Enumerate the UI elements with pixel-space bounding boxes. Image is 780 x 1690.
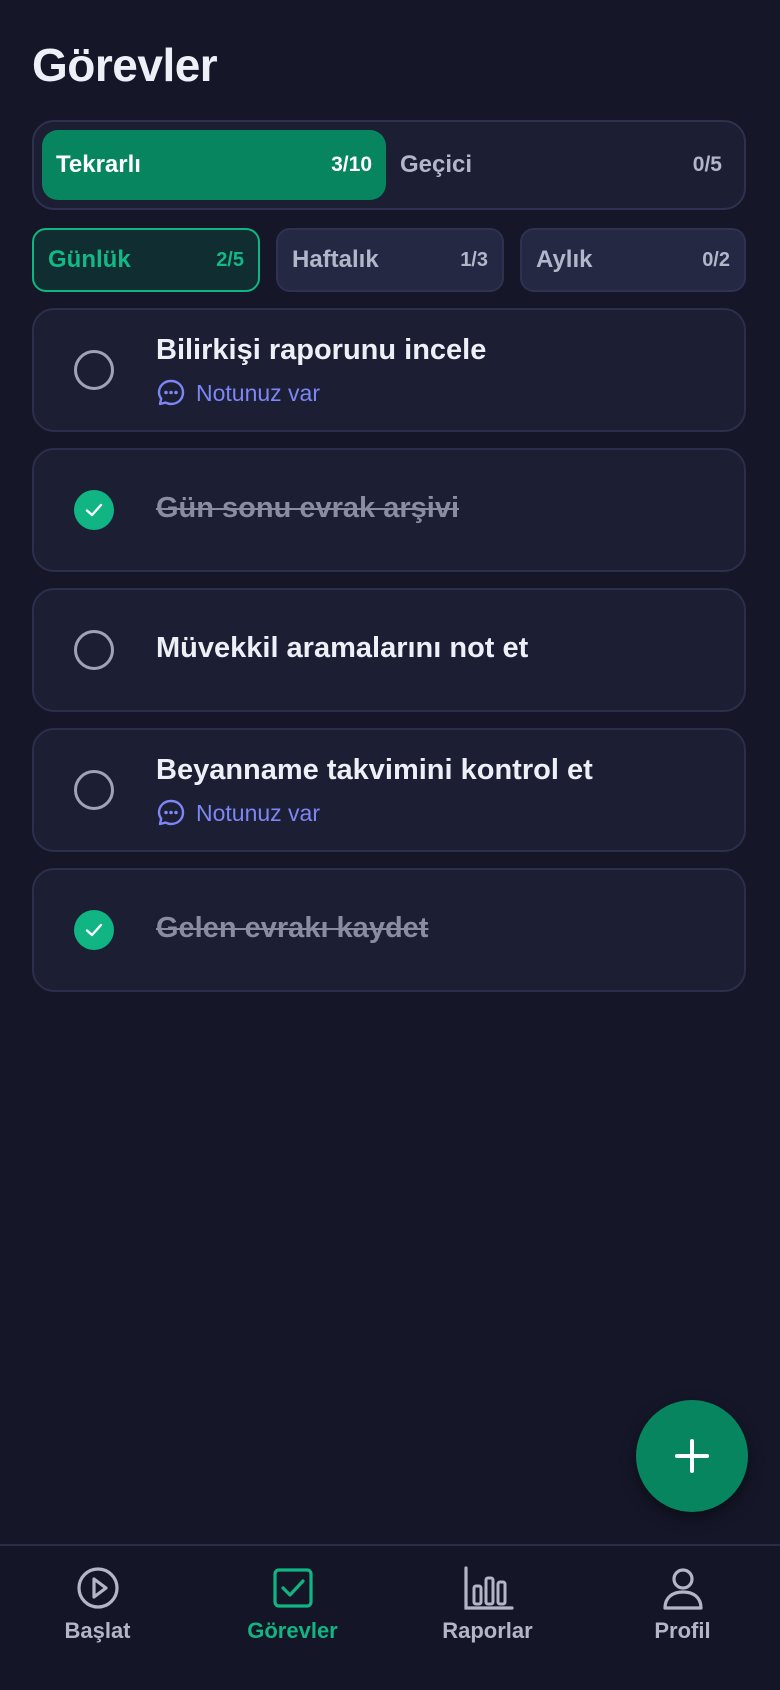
task-note-label: Notunuz var <box>196 799 321 826</box>
play-circle-icon <box>76 1567 119 1609</box>
filter-monthly[interactable]: Aylık 0/2 <box>520 228 746 292</box>
task-checkbox[interactable] <box>74 770 114 810</box>
filter-daily[interactable]: Günlük 2/5 <box>32 228 260 292</box>
bar-chart-icon <box>463 1566 514 1610</box>
bottom-tab-bar: Başlat Görevler Raporlar Profil <box>0 1544 780 1690</box>
segment-temporary[interactable]: Geçici 0/5 <box>386 130 736 200</box>
task-title: Beyanname takvimini kontrol et <box>156 754 593 786</box>
task-card[interactable]: Bilirkişi raporunu incele Notunuz var <box>32 308 746 432</box>
checkbox-icon <box>272 1568 313 1608</box>
task-checkbox[interactable] <box>74 630 114 670</box>
task-title: Müvekkil aramalarını not et <box>156 632 529 664</box>
task-title: Gün sonu evrak arşivi <box>156 492 460 524</box>
filter-daily-count: 2/5 <box>216 248 244 271</box>
checkmark-icon <box>85 503 103 517</box>
plus-icon <box>675 1439 709 1473</box>
chat-bubble-icon <box>157 799 185 826</box>
filter-monthly-count: 0/2 <box>702 248 730 271</box>
page-title: Görevler <box>32 39 218 91</box>
task-type-segment: Tekrarlı 3/10 Geçici 0/5 <box>32 120 746 210</box>
tab-start-label: Başlat <box>64 1618 131 1643</box>
user-icon <box>662 1568 703 1610</box>
segment-temporary-count: 0/5 <box>692 153 722 176</box>
tab-reports-label: Raporlar <box>442 1618 533 1643</box>
task-checkbox-checked[interactable] <box>74 490 114 530</box>
checkmark-icon <box>85 923 103 937</box>
tab-reports[interactable]: Raporlar <box>390 1564 585 1644</box>
add-task-button[interactable] <box>636 1400 748 1512</box>
filter-weekly-count: 1/3 <box>460 248 488 271</box>
filter-monthly-label: Aylık <box>536 246 593 273</box>
task-note[interactable]: Notunuz var <box>156 378 320 408</box>
filter-daily-label: Günlük <box>48 246 131 273</box>
tab-tasks[interactable]: Görevler <box>195 1564 390 1644</box>
task-card[interactable]: Müvekkil aramalarını not et <box>32 588 746 712</box>
segment-recurring[interactable]: Tekrarlı 3/10 <box>42 130 386 200</box>
task-card[interactable]: Gelen evrakı kaydet <box>32 868 746 992</box>
segment-recurring-count: 3/10 <box>331 153 372 176</box>
segment-recurring-label: Tekrarlı <box>56 151 141 178</box>
task-title: Gelen evrakı kaydet <box>156 912 429 944</box>
tab-tasks-label: Görevler <box>247 1618 338 1643</box>
filter-weekly[interactable]: Haftalık 1/3 <box>276 228 504 292</box>
task-checkbox-checked[interactable] <box>74 910 114 950</box>
task-card[interactable]: Beyanname takvimini kontrol et Notunuz v… <box>32 728 746 852</box>
task-checkbox[interactable] <box>74 350 114 390</box>
task-note-label: Notunuz var <box>196 379 321 406</box>
tab-start[interactable]: Başlat <box>0 1564 195 1644</box>
task-note[interactable]: Notunuz var <box>156 798 320 828</box>
chat-bubble-icon <box>157 379 185 406</box>
task-title: Bilirkişi raporunu incele <box>156 334 487 366</box>
filter-weekly-label: Haftalık <box>292 246 379 273</box>
tab-profile[interactable]: Profil <box>585 1564 780 1644</box>
segment-temporary-label: Geçici <box>400 151 473 178</box>
tab-profile-label: Profil <box>654 1618 711 1643</box>
task-card[interactable]: Gün sonu evrak arşivi <box>32 448 746 572</box>
